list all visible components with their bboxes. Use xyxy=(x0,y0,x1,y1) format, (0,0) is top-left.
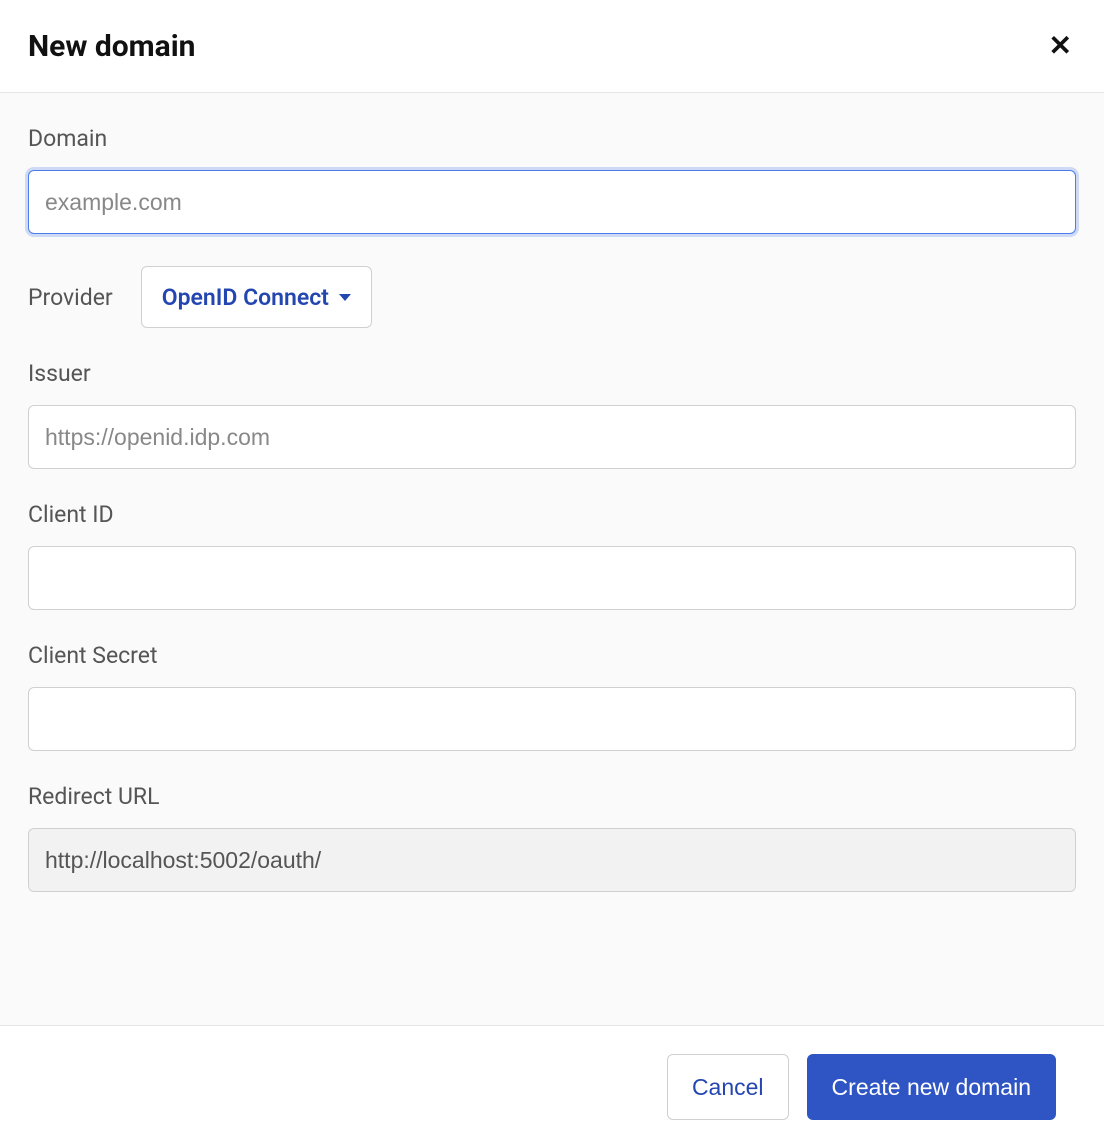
provider-label: Provider xyxy=(28,284,113,311)
issuer-label: Issuer xyxy=(28,360,1076,387)
chevron-down-icon xyxy=(339,294,351,301)
redirect-url-label: Redirect URL xyxy=(28,783,1076,810)
client-id-input[interactable] xyxy=(28,546,1076,610)
redirect-url-field-group: Redirect URL xyxy=(28,783,1076,892)
client-secret-input[interactable] xyxy=(28,687,1076,751)
domain-label: Domain xyxy=(28,125,1076,152)
modal-title: New domain xyxy=(28,29,195,64)
cancel-button[interactable]: Cancel xyxy=(667,1054,789,1120)
provider-field-group: Provider OpenID Connect xyxy=(28,266,1076,328)
issuer-field-group: Issuer xyxy=(28,360,1076,469)
modal-body: Domain Provider OpenID Connect Issuer Cl… xyxy=(0,92,1104,1026)
redirect-url-input xyxy=(28,828,1076,892)
client-secret-field-group: Client Secret xyxy=(28,642,1076,751)
provider-dropdown[interactable]: OpenID Connect xyxy=(141,266,372,328)
client-id-field-group: Client ID xyxy=(28,501,1076,610)
domain-input[interactable] xyxy=(28,170,1076,234)
issuer-input[interactable] xyxy=(28,405,1076,469)
create-domain-button[interactable]: Create new domain xyxy=(807,1054,1056,1120)
modal-header: New domain ✕ xyxy=(0,0,1104,92)
client-id-label: Client ID xyxy=(28,501,1076,528)
close-icon[interactable]: ✕ xyxy=(1045,28,1076,64)
provider-dropdown-label: OpenID Connect xyxy=(162,284,329,311)
domain-field-group: Domain xyxy=(28,125,1076,234)
client-secret-label: Client Secret xyxy=(28,642,1076,669)
modal-footer: Cancel Create new domain xyxy=(0,1026,1104,1148)
